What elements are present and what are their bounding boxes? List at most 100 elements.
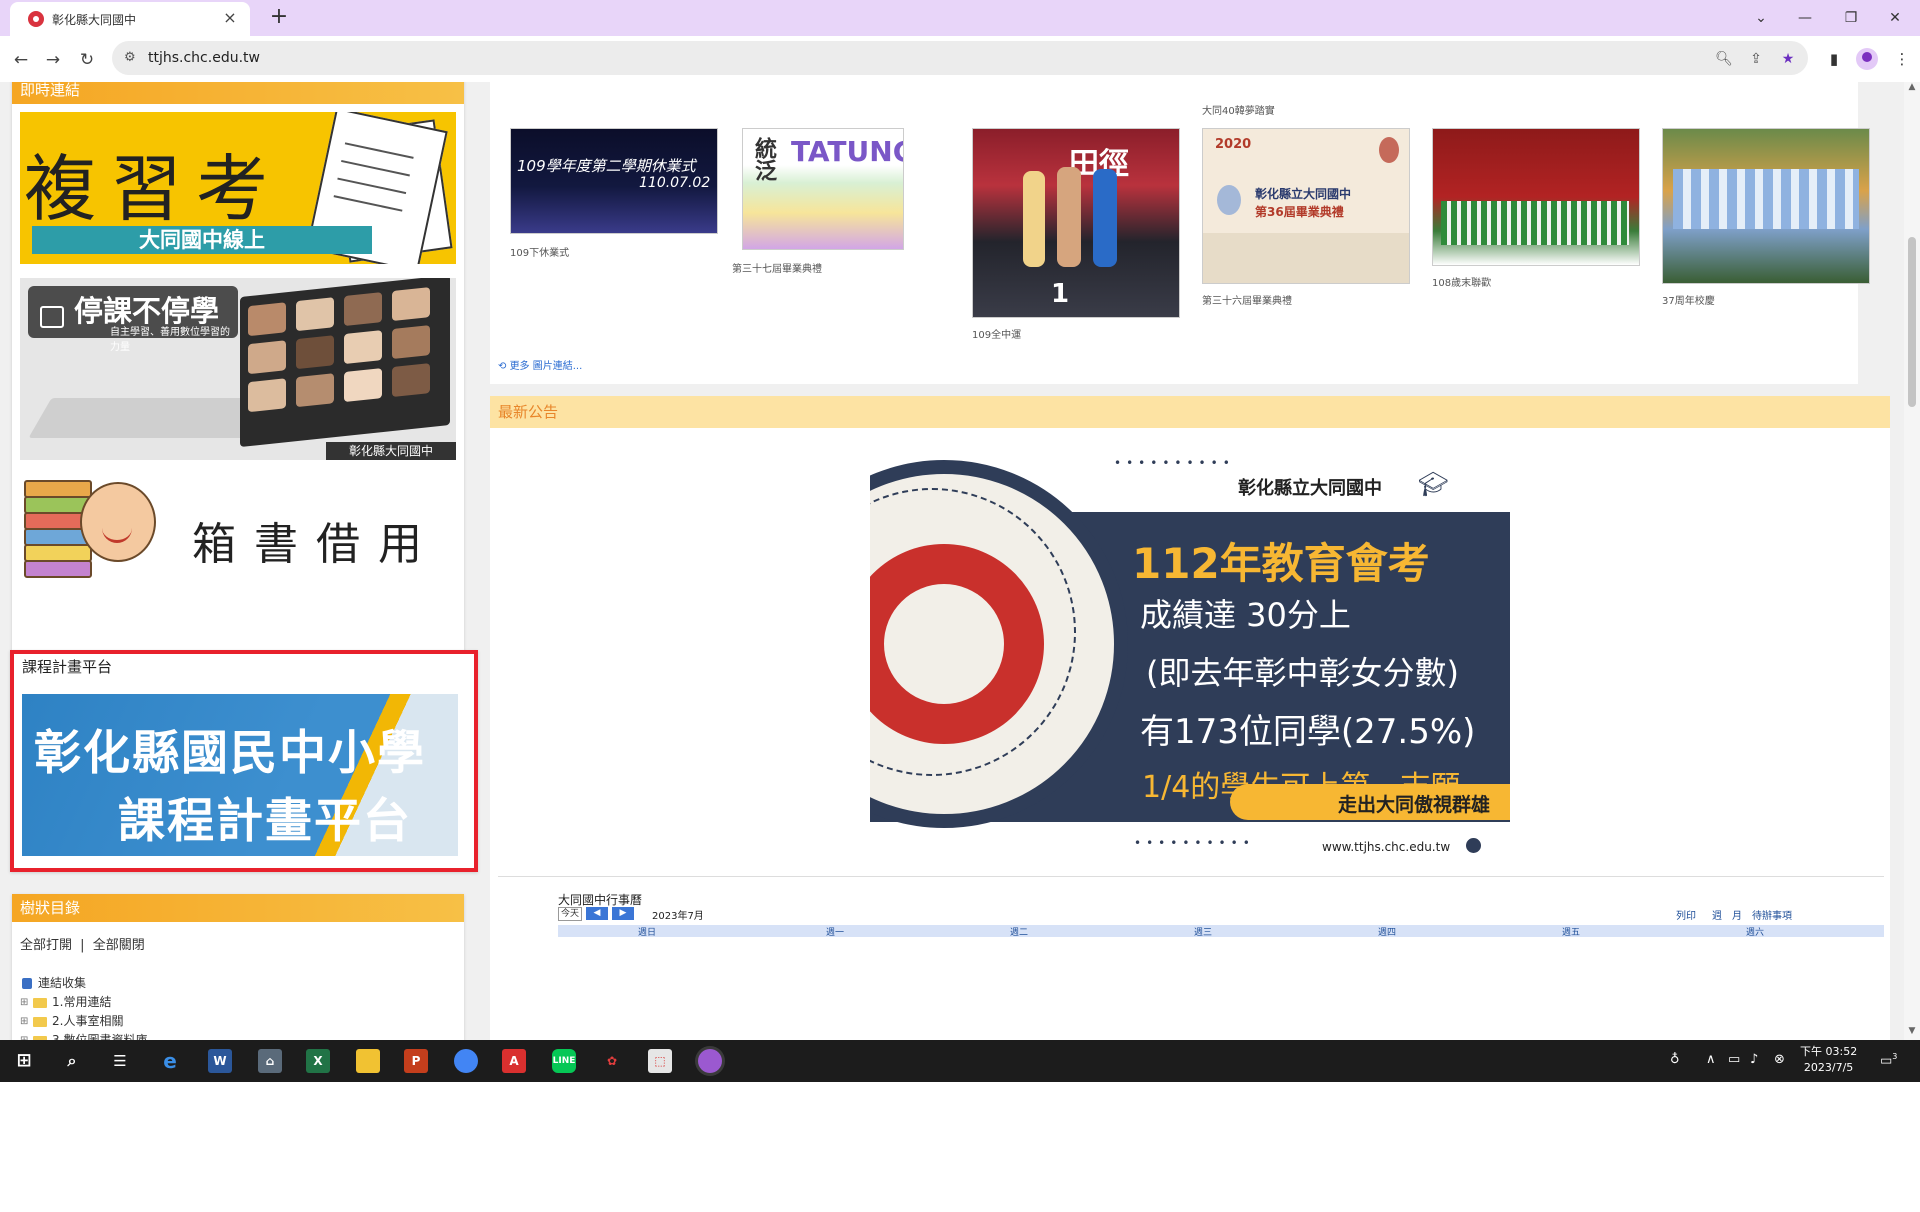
tree-heading: 樹狀目錄 — [12, 894, 464, 922]
side-panel-icon[interactable]: ▮ — [1822, 47, 1846, 71]
scroll-up-icon[interactable]: ▲ — [1906, 82, 1918, 92]
gallery-caption[interactable]: 第三十六屆畢業典禮 — [1202, 292, 1292, 307]
agenda-button[interactable]: 待辦事項 — [1752, 907, 1792, 922]
tab-strip: 彰化縣大同國中 × + ⌄ — ❐ ✕ — [0, 0, 1920, 36]
notification-icon[interactable]: ▭3 — [1880, 1052, 1897, 1068]
gallery-image[interactable]: 統泛 TATUNG — [742, 128, 904, 250]
acrobat-icon[interactable]: A — [502, 1049, 526, 1073]
poster-tagline-pill: 走出大同傲視群雄 — [1230, 784, 1510, 820]
prev-month-button[interactable]: ◀ — [586, 907, 608, 920]
tree-item[interactable]: 1.常用連結 — [20, 993, 147, 1012]
network-icon[interactable]: ⌂ — [258, 1049, 282, 1073]
month-view-button[interactable]: 月 — [1732, 907, 1742, 922]
curriculum-platform-banner[interactable]: 彰化縣國民中小學 課程計畫平台 — [22, 694, 458, 856]
forward-button[interactable]: → — [40, 47, 66, 73]
network-tray-icon[interactable]: ▭ — [1728, 1052, 1740, 1067]
web-page: 即時連結 複習考 大同國中線上 停課不停學 自主學習、善用數位學習的力量 彰化縣… — [0, 82, 1920, 1040]
volume-icon[interactable]: ♪ — [1750, 1052, 1758, 1067]
zoom-icon[interactable]: 🔍︎ — [1714, 49, 1734, 69]
ie-icon[interactable]: e — [158, 1049, 182, 1073]
bookmark-star-icon[interactable]: ★ — [1778, 49, 1798, 69]
tree-directory-panel: 樹狀目錄 全部打開 | 全部關閉 連結收集 1.常用連結 2.人事室相關 3.數… — [12, 894, 464, 1040]
clock-time: 下午 03:52 — [1800, 1045, 1858, 1058]
task-view-icon[interactable]: ☰ — [108, 1049, 132, 1073]
pdf-icon[interactable]: ⬚ — [648, 1049, 672, 1073]
gallery-caption[interactable]: 108歲末聯歡 — [1432, 274, 1491, 289]
site-info-icon[interactable]: ⚙ — [124, 50, 136, 65]
address-bar[interactable]: ⚙ ttjhs.chc.edu.tw 🔍︎ ⇪ ★ — [112, 41, 1808, 75]
tab-search-icon[interactable]: ⌄ — [1746, 4, 1776, 32]
weekday-label: 週六 — [1746, 928, 1765, 938]
collapse-all-link[interactable]: 全部關閉 — [93, 938, 145, 953]
back-button[interactable]: ← — [8, 47, 34, 73]
gallery-top-caption[interactable]: 大同40韓夢踏實 — [1202, 102, 1275, 117]
chrome-icon[interactable] — [454, 1049, 478, 1073]
gallery-image[interactable] — [1432, 128, 1640, 266]
online-learning-banner[interactable]: 停課不停學 自主學習、善用數位學習的力量 彰化縣大同國中 — [20, 278, 456, 460]
scroll-down-icon[interactable]: ▼ — [1906, 1026, 1918, 1036]
blank-area — [0, 1082, 1920, 1212]
link-icon: ⟲ — [498, 361, 510, 372]
gallery-image[interactable]: 田徑 1 — [972, 128, 1180, 318]
review-exam-banner[interactable]: 複習考 大同國中線上 — [20, 112, 456, 264]
menu-icon[interactable]: ⋮ — [1890, 47, 1914, 71]
kid-illustration — [80, 482, 156, 562]
browser-tab[interactable]: 彰化縣大同國中 × — [10, 2, 250, 36]
curriculum-banner-line2: 課程計畫平台 — [118, 794, 412, 849]
poster-headline: 112年教育會考 — [1132, 539, 1430, 588]
line-icon[interactable]: LINE — [552, 1049, 576, 1073]
site-favicon-icon — [28, 11, 44, 27]
word-icon[interactable]: W — [208, 1049, 232, 1073]
windows-start-icon[interactable]: ⊞ — [12, 1049, 36, 1073]
url-text[interactable]: ttjhs.chc.edu.tw — [148, 50, 260, 66]
expand-all-link[interactable]: 全部打開 — [20, 938, 72, 953]
tree-item[interactable]: 3.數位圖書資料庫 — [20, 1031, 147, 1040]
dots-decoration: •••••••••• — [1114, 456, 1235, 470]
chrome-profile-icon[interactable] — [698, 1049, 722, 1073]
gallery-image[interactable]: 2020 彰化縣立大同國中 第36屆畢業典禮 — [1202, 128, 1410, 284]
reload-button[interactable]: ↻ — [74, 47, 100, 73]
app-icon[interactable]: ✿ — [600, 1049, 624, 1073]
exam-results-poster[interactable]: •••••••••• 彰化縣立大同國中 🎓︎ 112年教育會考 成績達 30分上… — [870, 440, 1510, 870]
tab-close-icon[interactable]: × — [220, 8, 240, 28]
curriculum-heading: 課程計畫平台 — [22, 658, 113, 676]
input-method-icon[interactable]: ⊗ — [1774, 1052, 1785, 1067]
excel-icon[interactable]: X — [306, 1049, 330, 1073]
powerpoint-icon[interactable]: P — [404, 1049, 428, 1073]
page-scrollbar[interactable]: ▲ ▼ — [1904, 82, 1920, 1040]
poster-url: www.ttjhs.chc.edu.tw — [1322, 840, 1451, 854]
calendar-month[interactable]: 2023年7月 — [652, 907, 704, 922]
today-button[interactable]: 今天 — [558, 907, 582, 921]
gallery-caption[interactable]: 109下休業式 — [510, 244, 569, 259]
file-explorer-icon[interactable] — [356, 1049, 380, 1073]
minimize-button[interactable]: — — [1790, 4, 1820, 32]
tree-root[interactable]: 連結收集 — [20, 974, 147, 993]
people-icon[interactable]: ♁ — [1670, 1052, 1680, 1067]
windows-taskbar: ⊞ ⌕ ☰ e W ⌂ X P A LINE ✿ ⬚ ♁ ∧ ▭ ♪ ⊗ 下午 … — [0, 1040, 1920, 1082]
new-tab-button[interactable]: + — [266, 5, 292, 31]
tray-chevron-icon[interactable]: ∧ — [1706, 1052, 1716, 1067]
week-view-button[interactable]: 週 — [1712, 907, 1722, 922]
next-month-button[interactable]: ▶ — [612, 907, 634, 920]
print-button[interactable]: 列印 — [1676, 907, 1696, 922]
book-box-banner[interactable]: 箱書借用 — [20, 470, 456, 610]
gallery-caption[interactable]: 109全中運 — [972, 326, 1021, 341]
calendar-title: 大同國中行事曆 — [558, 893, 643, 907]
share-icon[interactable]: ⇪ — [1746, 49, 1766, 69]
gallery-image[interactable] — [1662, 128, 1870, 284]
calendar-widget: 大同國中行事曆 今天 ◀ ▶ 2023年7月 列印 週 月 待辦事項 週日 週一… — [498, 876, 1884, 1040]
search-icon[interactable]: ⌕ — [60, 1049, 84, 1073]
scrollbar-thumb[interactable] — [1908, 237, 1916, 407]
gallery-caption[interactable]: 37周年校慶 — [1662, 292, 1715, 307]
gallery-image[interactable]: 109學年度第二學期休業式 110.07.02 — [510, 128, 718, 234]
video-call-screen — [240, 278, 450, 448]
close-window-button[interactable]: ✕ — [1880, 4, 1910, 32]
more-images-link[interactable]: ⟲ 更多 圖片連結... — [498, 357, 582, 372]
restore-button[interactable]: ❐ — [1836, 4, 1866, 32]
tree-item[interactable]: 2.人事室相關 — [20, 1012, 147, 1031]
profile-icon[interactable] — [1856, 48, 1878, 70]
tree-list: 連結收集 1.常用連結 2.人事室相關 3.數位圖書資料庫 — [20, 974, 147, 1040]
calendar-weekday-header: 週日 週一 週二 週三 週四 週五 週六 — [558, 925, 1884, 938]
gallery-caption[interactable]: 第三十七屆畢業典禮 — [732, 260, 822, 275]
system-clock[interactable]: 下午 03:52 2023/7/5 — [1800, 1044, 1857, 1076]
